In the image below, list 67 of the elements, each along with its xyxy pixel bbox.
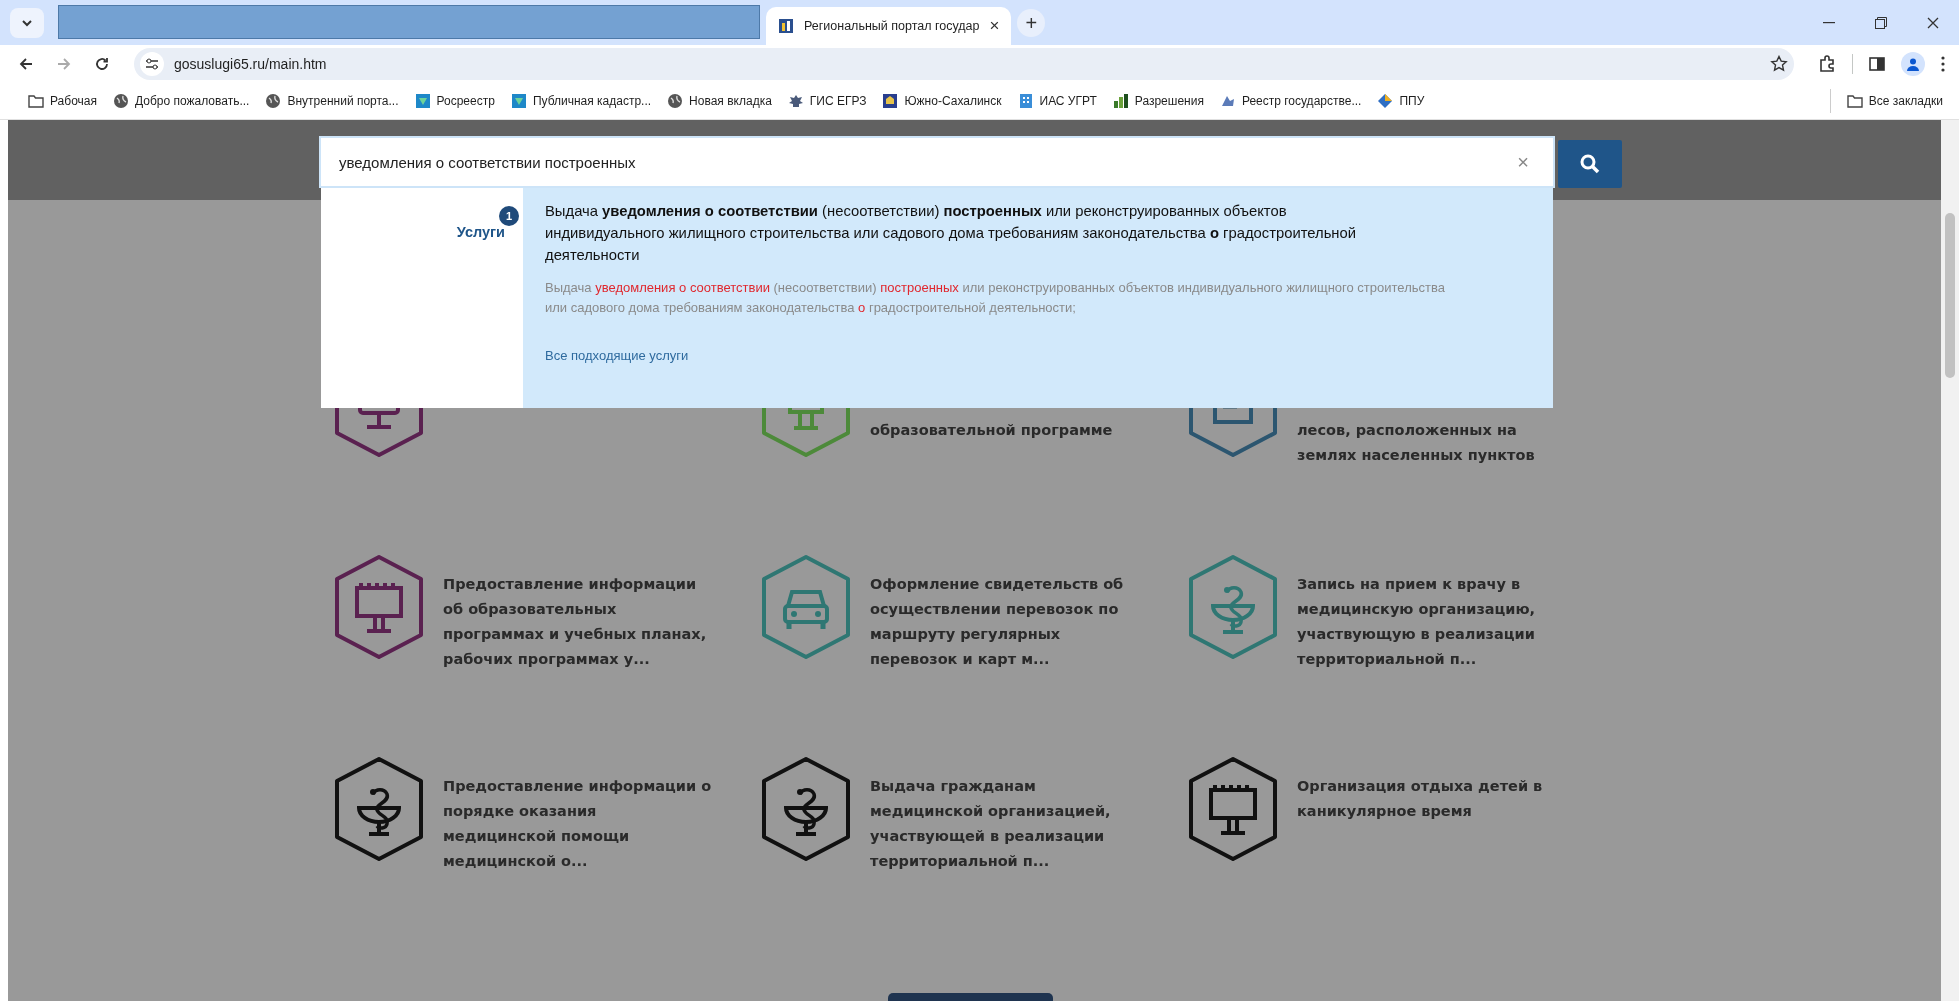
person-icon bbox=[1906, 57, 1920, 71]
service-title[interactable]: Предоставление информации о порядке оказания медицинской помощи медицинской о... bbox=[443, 756, 713, 874]
bookmark[interactable]: Реестр государстве... bbox=[1211, 89, 1370, 113]
building-icon bbox=[1017, 93, 1034, 109]
globe-icon bbox=[265, 93, 282, 109]
globe-icon bbox=[667, 93, 684, 109]
close-icon bbox=[1927, 16, 1939, 29]
folder-icon bbox=[28, 93, 44, 109]
scroll-thumb[interactable] bbox=[1945, 213, 1955, 378]
bookmark[interactable]: Южно-Сахалинск bbox=[874, 89, 1010, 113]
minimize-icon bbox=[1823, 21, 1835, 24]
search-button[interactable] bbox=[1558, 140, 1622, 188]
category-label: Услуги bbox=[456, 224, 505, 240]
billboard-icon[interactable] bbox=[333, 554, 425, 660]
clear-button[interactable]: × bbox=[1493, 150, 1553, 174]
back-icon bbox=[18, 56, 34, 72]
scrollbar[interactable] bbox=[1941, 120, 1959, 1001]
bookmark[interactable]: Добро пожаловать... bbox=[105, 89, 258, 113]
service-title[interactable]: Предоставление информации об образовательных программах и учебных планах, рабочих программах у... bbox=[443, 554, 713, 672]
crest-icon bbox=[882, 93, 899, 109]
bookmark[interactable]: Внутренний порта... bbox=[257, 89, 407, 113]
address-bar[interactable]: gosuslugi65.ru/main.htm bbox=[134, 48, 1794, 80]
search-icon bbox=[1580, 154, 1600, 174]
billboard-icon[interactable] bbox=[1187, 756, 1279, 862]
bookmark[interactable]: Рабочая bbox=[20, 89, 105, 113]
medical-bowl-icon[interactable] bbox=[760, 756, 852, 862]
site-settings-button[interactable] bbox=[140, 52, 164, 76]
new-tab-button[interactable]: + bbox=[1017, 8, 1046, 37]
count-badge: 1 bbox=[499, 206, 519, 226]
service-title[interactable]: Организация отдыха детей в каникулярное время bbox=[1297, 756, 1567, 824]
shield-icon bbox=[414, 93, 431, 109]
all-services-link[interactable]: Все подходящие услуги bbox=[545, 348, 689, 363]
service-title[interactable]: Выдача гражданам медицинской организацией, участвующей в реализации территориальной п... bbox=[870, 756, 1140, 874]
bar-chart-icon bbox=[1112, 93, 1129, 109]
shield-icon bbox=[510, 93, 527, 109]
chevron-down-icon bbox=[21, 18, 33, 27]
side-panel-icon[interactable] bbox=[1869, 56, 1885, 72]
forward-icon bbox=[56, 56, 72, 72]
bookmark-star-icon[interactable] bbox=[1770, 55, 1788, 73]
service-title[interactable]: Оформление свидетельств об осуществлении перевозок по маршруту регулярных перевозок и карт м... bbox=[870, 554, 1140, 672]
bookmark[interactable]: Новая вкладка bbox=[659, 89, 780, 113]
menu-icon[interactable] bbox=[1941, 56, 1945, 72]
close-tab-button[interactable]: × bbox=[989, 16, 1000, 36]
service-title[interactable]: Запись на прием к врачу в медицинскую организацию, участвующую в реализации территориальной п... bbox=[1297, 554, 1567, 672]
medical-bowl-icon[interactable] bbox=[333, 756, 425, 862]
bookmark[interactable]: Разрешения bbox=[1104, 89, 1212, 113]
favicon-icon bbox=[778, 18, 794, 34]
tab-list-button[interactable] bbox=[10, 7, 44, 38]
reload-icon bbox=[94, 56, 110, 72]
result-title[interactable]: Выдача уведомления о соответствии (несоответствии) построенных или реконструированных объектов индивидуального жилищного строительства или садового дома требованиям законодательства о градостроительной деятельности bbox=[545, 200, 1385, 266]
diamond-icon bbox=[1377, 93, 1394, 109]
bookmark[interactable]: Росреестр bbox=[406, 89, 503, 113]
sliders-icon bbox=[145, 58, 159, 70]
restore-icon bbox=[1875, 16, 1887, 29]
emblem-icon bbox=[787, 93, 804, 109]
search-field[interactable]: уведомления о соответствии построенных × bbox=[319, 136, 1555, 188]
extensions-icon[interactable] bbox=[1818, 55, 1836, 73]
folder-icon bbox=[1846, 93, 1863, 109]
all-bookmarks-button[interactable]: Все закладки bbox=[1829, 89, 1951, 113]
bookmark[interactable]: ГИС ЕГРЗ bbox=[779, 89, 875, 113]
globe-icon bbox=[113, 93, 129, 109]
bookmark[interactable]: ППУ bbox=[1369, 89, 1433, 113]
bookmark[interactable]: Публичная кадастр... bbox=[502, 89, 660, 113]
profile-button[interactable] bbox=[1901, 52, 1925, 76]
browser-tab[interactable]: Региональный портал государ × bbox=[766, 7, 1012, 45]
result-description: Выдача уведомления о соответствии (несоответствии) построенных или реконструированных объектов индивидуального жилищного строительства или садового дома требованиям законодательства о градостроительной деятельности; bbox=[545, 279, 1445, 317]
bookmark[interactable]: ИАС УГРТ bbox=[1009, 89, 1105, 113]
